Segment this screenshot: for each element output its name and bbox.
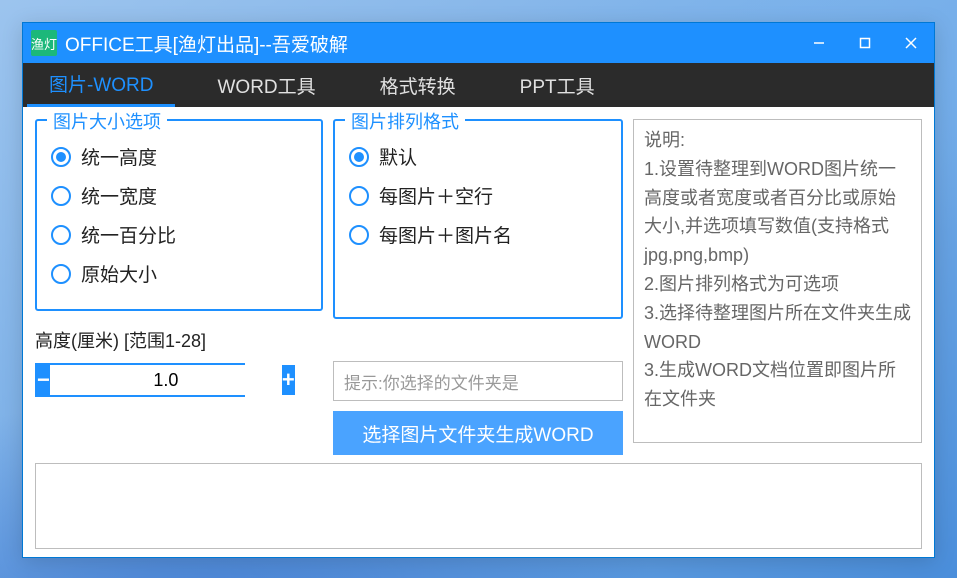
radio-unified-width[interactable]: 统一宽度 [51, 176, 307, 215]
radio-label: 统一宽度 [81, 182, 157, 209]
close-button[interactable] [888, 23, 934, 63]
help-line: 1.设置待整理到WORD图片统一高度或者宽度或者百分比或原始大小,并选项填写数值… [644, 155, 911, 270]
radio-icon [51, 264, 71, 284]
radio-label: 原始大小 [81, 260, 157, 287]
radio-icon [349, 225, 369, 245]
tab-ppt-tools[interactable]: PPT工具 [498, 63, 617, 107]
help-line: 3.生成WORD文档位置即图片所在文件夹 [644, 356, 911, 414]
minimize-button[interactable] [796, 23, 842, 63]
tab-image-word[interactable]: 图片-WORD [27, 63, 175, 107]
image-arrange-group-title: 图片排列格式 [345, 108, 465, 134]
tab-format-convert[interactable]: 格式转换 [358, 63, 478, 107]
radio-label: 统一百分比 [81, 221, 176, 248]
tab-word-tools[interactable]: WORD工具 [195, 63, 337, 107]
radio-arrange-blank[interactable]: 每图片＋空行 [349, 176, 607, 215]
radio-arrange-name[interactable]: 每图片＋图片名 [349, 215, 607, 254]
radio-icon [51, 186, 71, 206]
titlebar: 渔灯 OFFICE工具[渔灯出品]--吾爱破解 [23, 23, 934, 63]
radio-label: 统一高度 [81, 143, 157, 170]
radio-icon [349, 147, 369, 167]
content-area: 图片大小选项 统一高度 统一宽度 统一百分比 [23, 107, 934, 557]
help-line: 2.图片排列格式为可选项 [644, 270, 911, 299]
radio-label: 默认 [379, 143, 417, 170]
height-input[interactable] [50, 365, 282, 395]
maximize-button[interactable] [842, 23, 888, 63]
radio-arrange-default[interactable]: 默认 [349, 137, 607, 176]
close-icon [905, 37, 917, 49]
help-title: 说明: [644, 126, 911, 155]
radio-unified-percent[interactable]: 统一百分比 [51, 215, 307, 254]
app-icon: 渔灯 [31, 30, 57, 56]
radio-label: 每图片＋图片名 [379, 221, 512, 248]
image-arrange-group: 图片排列格式 默认 每图片＋空行 每图片＋图片名 [333, 119, 623, 319]
generate-word-button[interactable]: 选择图片文件夹生成WORD [333, 411, 623, 455]
help-line: 3.选择待整理图片所在文件夹生成WORD [644, 299, 911, 357]
help-panel: 说明: 1.设置待整理到WORD图片统一高度或者宽度或者百分比或原始大小,并选项… [633, 119, 922, 443]
radio-label: 每图片＋空行 [379, 182, 493, 209]
radio-original-size[interactable]: 原始大小 [51, 254, 307, 293]
minimize-icon [813, 37, 825, 49]
tabbar: 图片-WORD WORD工具 格式转换 PPT工具 [23, 63, 934, 107]
window-title: OFFICE工具[渔灯出品]--吾爱破解 [65, 30, 348, 57]
folder-hint-field[interactable]: 提示:你选择的文件夹是 [333, 361, 623, 401]
app-window: 渔灯 OFFICE工具[渔灯出品]--吾爱破解 图片-WORD WORD工具 格… [22, 22, 935, 558]
radio-unified-height[interactable]: 统一高度 [51, 137, 307, 176]
stepper-plus-button[interactable]: + [282, 365, 295, 395]
height-stepper: − + [35, 363, 245, 397]
radio-icon [51, 225, 71, 245]
image-size-group: 图片大小选项 统一高度 统一宽度 统一百分比 [35, 119, 323, 311]
radio-icon [349, 186, 369, 206]
height-field-label: 高度(厘米) [范围1-28] [35, 327, 323, 353]
stepper-minus-button[interactable]: − [37, 365, 50, 395]
radio-icon [51, 147, 71, 167]
maximize-icon [859, 37, 871, 49]
image-size-group-title: 图片大小选项 [47, 108, 167, 134]
log-output[interactable] [35, 463, 922, 549]
